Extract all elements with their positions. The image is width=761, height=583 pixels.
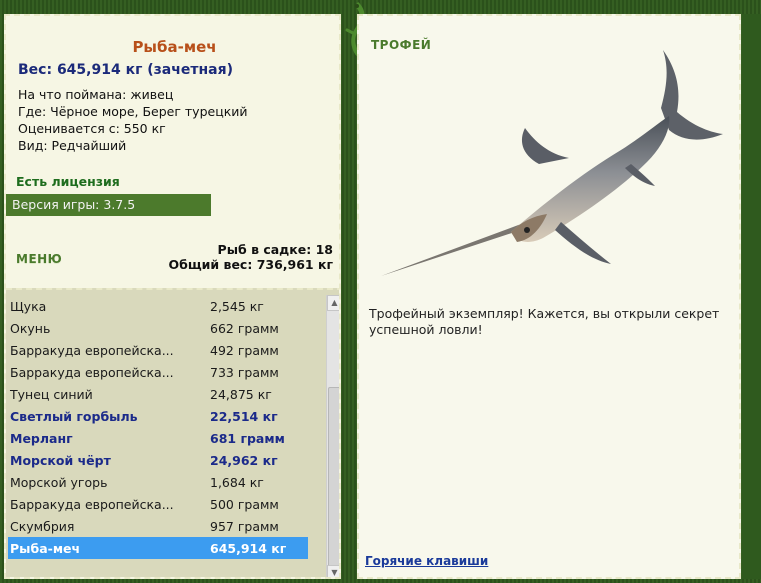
scroll-up-arrow-icon[interactable]: ▲ — [327, 295, 339, 311]
catch-weight: 662 грамм — [210, 320, 279, 336]
list-item[interactable]: Мерланг 681 грамм — [8, 427, 308, 449]
catch-name: Барракуда европейска... — [10, 364, 174, 380]
right-frame-strip — [742, 14, 761, 579]
catch-weight: 500 грамм — [210, 496, 279, 512]
list-item[interactable]: Светлый горбыль 22,514 кг — [8, 405, 308, 427]
catch-stats: Рыб в садке: 18 Общий вес: 736,961 кг — [169, 242, 334, 272]
catch-name: Морской угорь — [10, 474, 108, 490]
trophy-message: Трофейный экземпляр! Кажется, вы открыли… — [369, 306, 720, 337]
location-info: Где: Чёрное море, Берег турецкий — [18, 104, 248, 119]
list-scrollbar[interactable]: ▲ ▼ — [326, 295, 339, 577]
bait-info: На что поймана: живец — [18, 87, 174, 102]
fish-weight: Вес: 645,914 кг (зачетная) — [18, 62, 233, 78]
catch-weight: 1,684 кг — [210, 474, 264, 490]
list-item[interactable]: Морской угорь 1,684 кг — [8, 471, 308, 493]
catch-weight: 681 грамм — [210, 430, 285, 446]
hotkeys-link[interactable]: Горячие клавиши — [365, 554, 488, 568]
catch-weight: 24,875 кг — [210, 386, 272, 402]
catch-name: Окунь — [10, 320, 51, 336]
menu-button[interactable]: МЕНЮ — [16, 252, 62, 266]
list-item[interactable]: Тунец синий 24,875 кг — [8, 383, 308, 405]
catch-name: Щука — [10, 298, 47, 314]
catch-name: Скумбрия — [10, 518, 75, 534]
catch-name: Мерланг — [10, 430, 73, 446]
fish-info-panel: Рыба-меч Вес: 645,914 кг (зачетная) На ч… — [4, 14, 341, 579]
game-version: Версия игры: 3.7.5 — [6, 194, 211, 216]
trophy-panel: ТРОФЕЙ Трофейный экземпляр! Кажется, вы … — [357, 14, 741, 579]
catch-name: Барракуда европейска... — [10, 342, 174, 358]
list-item[interactable]: Окунь 662 грамм — [8, 317, 308, 339]
fish-details: На что поймана: живец Где: Чёрное море, … — [18, 86, 248, 154]
catch-list[interactable]: Щука 2,545 кг Окунь 662 грамм Барракуда евро… — [8, 295, 308, 559]
catch-name: Тунец синий — [10, 386, 93, 402]
list-item[interactable]: Рыба-меч 645,914 кг — [8, 537, 308, 559]
catch-name: Барракуда европейска... — [10, 496, 174, 512]
total-weight: Общий вес: 736,961 кг — [168, 257, 334, 272]
kind-info: Вид: Редчайший — [18, 138, 127, 153]
catch-weight: 24,962 кг — [210, 452, 278, 468]
catch-weight: 22,514 кг — [210, 408, 278, 424]
catch-name: Рыба-меч — [10, 540, 81, 556]
list-item[interactable]: Скумбрия 957 грамм — [8, 515, 308, 537]
fish-name: Рыба-меч — [132, 38, 217, 56]
scrollbar-thumb[interactable] — [328, 387, 339, 567]
catch-name: Морской чёрт — [10, 452, 111, 468]
list-item[interactable]: Барракуда европейска... 492 грамм — [8, 339, 308, 361]
fish-count: Рыб в садке: 18 — [217, 242, 333, 257]
list-item[interactable]: Морской чёрт 24,962 кг — [8, 449, 308, 471]
catch-list-area: Щука 2,545 кг Окунь 662 грамм Барракуда евро… — [6, 288, 339, 577]
catch-weight: 957 грамм — [210, 518, 279, 534]
list-item[interactable]: Барракуда европейска... 733 грамм — [8, 361, 308, 383]
catch-weight: 2,545 кг — [210, 298, 264, 314]
catch-weight: 645,914 кг — [210, 540, 287, 556]
list-item[interactable]: Барракуда европейска... 500 грамм — [8, 493, 308, 515]
value-info: Оценивается с: 550 кг — [18, 121, 166, 136]
scroll-down-arrow-icon[interactable]: ▼ — [327, 565, 339, 577]
list-item[interactable]: Щука 2,545 кг — [8, 295, 308, 317]
catch-weight: 492 грамм — [210, 342, 279, 358]
license-status: Есть лицензия — [16, 174, 120, 189]
catch-weight: 733 грамм — [210, 364, 279, 380]
catch-name: Светлый горбыль — [10, 408, 138, 424]
swordfish-icon — [381, 50, 723, 276]
